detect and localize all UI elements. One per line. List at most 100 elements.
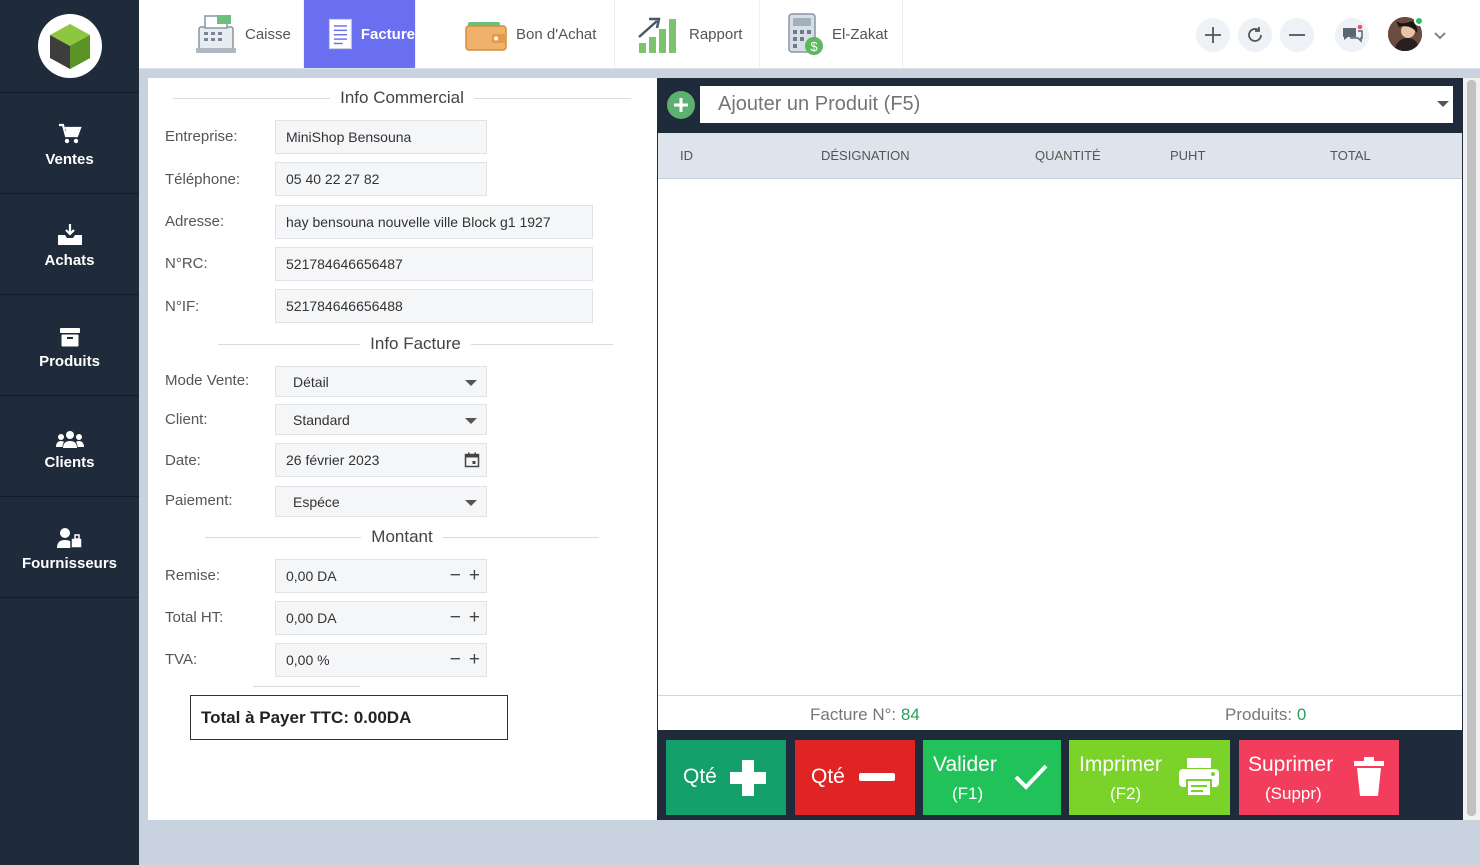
tab-facture[interactable]: Facture [304,0,416,68]
column-header-quantite[interactable]: QUANTITÉ [1035,148,1101,163]
shortcut-label: (F2) [1110,784,1142,803]
column-header-id[interactable]: ID [680,148,693,163]
facture-number-label: Facture N°: 84 [810,705,920,725]
caret-down-icon[interactable] [1437,101,1449,107]
tva-label: TVA: [165,651,198,668]
field-value: 521784646656487 [286,256,403,272]
button-label: Qté [683,765,717,788]
product-search-input[interactable] [700,86,1453,123]
increment-button[interactable]: + [469,608,480,628]
products-table: ID DÉSIGNATION QUANTITÉ PUHT TOTAL [658,133,1462,695]
section-montant: Montant [205,527,599,547]
tva-input[interactable]: 0,00 % − + [275,643,487,677]
tab-bon-achat[interactable]: Bon d'Achat [416,0,615,68]
calculator-icon: $ [788,13,823,55]
entreprise-label: Entreprise: [165,128,238,145]
svg-text:$: $ [810,39,818,54]
field-value: hay bensouna nouvelle ville Block g1 192… [286,214,551,230]
column-header-total[interactable]: TOTAL [1330,148,1371,163]
minus-icon [1289,34,1305,36]
adresse-field[interactable]: hay bensouna nouvelle ville Block g1 192… [275,205,593,239]
products-panel: ID DÉSIGNATION QUANTITÉ PUHT TOTAL Factu… [657,78,1463,820]
if-field[interactable]: 521784646656488 [275,289,593,323]
field-value: 521784646656488 [286,298,403,314]
shortcut-label: (F1) [952,784,984,803]
section-info-facture: Info Facture [218,334,613,354]
scrollbar-thumb[interactable] [1467,80,1476,816]
mode-vente-select[interactable]: Détail [275,366,487,397]
invoice-form-panel: Info Commercial Entreprise: MiniShop Ben… [148,78,657,820]
wallet-icon [465,22,507,51]
tab-rapport[interactable]: Rapport [615,0,760,68]
rc-label: N°RC: [165,255,208,272]
total-ttc: Total à Payer TTC: 0.00DA [190,695,508,740]
app-logo[interactable] [37,14,102,78]
table-footer: Facture N°: 84 Produits: 0 [658,695,1462,730]
total-ht-input[interactable]: 0,00 DA − + [275,601,487,635]
table-body [658,179,1462,693]
add-product-button[interactable] [667,91,695,119]
entreprise-field[interactable]: MiniShop Bensouna [275,120,487,154]
column-header-puht[interactable]: PUHT [1170,148,1205,163]
decrement-button[interactable]: − [450,566,461,586]
select-value: Détail [293,373,329,390]
telephone-field[interactable]: 05 40 22 27 82 [275,162,487,196]
client-select[interactable]: Standard [275,404,487,435]
sidebar-item-label: Fournisseurs [21,554,118,572]
section-info-commercial: Info Commercial [173,88,632,108]
qty-increase-button[interactable]: Qté [666,740,786,815]
rc-field[interactable]: 521784646656487 [275,247,593,281]
select-value: Espéce [293,493,340,510]
plus-icon [1205,27,1221,43]
calendar-icon[interactable] [464,452,480,468]
tab-label: Facture [360,25,415,43]
sidebar-item-clients[interactable]: Clients [0,396,139,497]
sidebar-item-produits[interactable]: Produits [0,295,139,396]
trash-icon [1354,757,1384,796]
section-title: Montant [371,527,433,546]
tva-stepper: − + [450,650,480,670]
sidebar-item-fournisseurs[interactable]: Fournisseurs [0,497,139,598]
sidebar-item-label: Produits [39,352,100,370]
supplier-icon [56,527,83,549]
button-label: Suprimer [1248,753,1334,776]
tab-label: Caisse [245,25,291,43]
if-label: N°IF: [165,298,200,315]
decrement-button[interactable]: − [450,608,461,628]
box-icon [59,327,80,346]
remise-label: Remise: [165,567,221,584]
cube-logo-icon [49,24,90,69]
produits-count: 0 [1296,705,1307,724]
user-menu-toggle[interactable] [1433,28,1447,46]
add-button[interactable] [1196,18,1230,52]
divider [253,686,360,687]
caret-down-icon [465,500,477,506]
imprimer-button[interactable]: Imprimer (F2) [1069,740,1230,815]
paiement-select[interactable]: Espéce [275,486,487,517]
minimize-button[interactable] [1280,18,1314,52]
qty-decrease-button[interactable]: Qté [795,740,915,815]
vertical-scrollbar[interactable] [1463,78,1480,820]
logo-area [0,0,139,93]
cash-register-icon [196,15,236,53]
decrement-button[interactable]: − [450,650,461,670]
tab-caisse[interactable]: Caisse [191,0,304,68]
facture-number: 84 [900,705,920,724]
valider-button[interactable]: Valider (F1) [923,740,1061,815]
increment-button[interactable]: + [469,650,480,670]
date-picker[interactable]: 26 février 2023 [275,443,487,477]
date-value: 26 février 2023 [286,452,380,468]
column-header-designation[interactable]: DÉSIGNATION [821,148,910,163]
remise-input[interactable]: 0,00 DA − + [275,559,487,593]
product-search-row [657,86,1463,126]
increment-button[interactable]: + [469,566,480,586]
refresh-button[interactable] [1238,18,1272,52]
suprimer-button[interactable]: Suprimer (Suppr) [1239,740,1399,815]
caret-down-icon [465,380,477,386]
chat-button[interactable] [1335,18,1369,52]
sidebar-item-achats[interactable]: Achats [0,194,139,295]
section-title: Info Facture [370,334,461,353]
tab-el-zakat[interactable]: $ El-Zakat [760,0,903,68]
sidebar-item-ventes[interactable]: Ventes [0,93,139,194]
shortcut-label: (Suppr) [1265,784,1322,803]
